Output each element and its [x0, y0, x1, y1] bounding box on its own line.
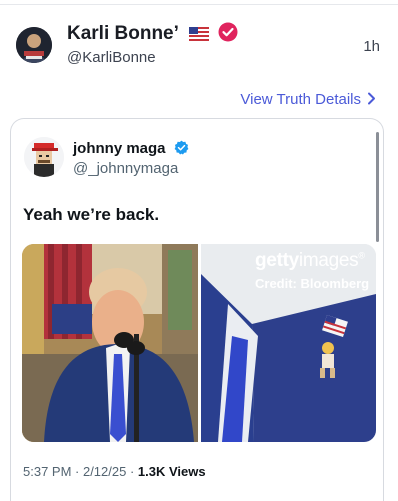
- view-truth-details-link[interactable]: View Truth Details: [240, 91, 376, 109]
- quoted-post-text: Yeah we’re back.: [23, 205, 160, 224]
- view-details-label: View Truth Details: [240, 91, 361, 108]
- blue-verified-badge-icon: [174, 140, 189, 159]
- author-avatar[interactable]: [16, 27, 52, 63]
- quoted-author-handle[interactable]: @_johnnymaga: [73, 160, 178, 177]
- quoted-post-meta: 5:37 PM · 2/12/25 · 1.3K Views: [23, 464, 206, 479]
- photo-right-image: [201, 244, 376, 442]
- post-timestamp: 1h: [363, 38, 380, 55]
- author-handle[interactable]: @KarliBonne: [67, 49, 156, 66]
- quoted-author-avatar[interactable]: [24, 137, 64, 177]
- author-name[interactable]: Karli Bonne’: [67, 23, 178, 44]
- getty-watermark-rest: images: [298, 250, 359, 271]
- quoted-author-name-row[interactable]: johnny maga: [73, 140, 189, 159]
- red-verified-badge-icon: [218, 22, 238, 48]
- author-name-row[interactable]: Karli Bonne’: [67, 22, 238, 48]
- views-count: 1.3K: [137, 464, 166, 479]
- photo-left-image: [22, 244, 198, 442]
- quoted-post-time: 5:37 PM · 2/12/25 ·: [23, 464, 135, 479]
- chevron-right-icon: [367, 92, 376, 109]
- scrollbar-thumb[interactable]: [376, 132, 379, 242]
- views-label: Views: [169, 464, 206, 479]
- us-flag-icon: [189, 25, 210, 47]
- getty-credit: Credit: Bloomberg: [255, 276, 370, 291]
- getty-watermark-suffix: ®: [358, 250, 365, 261]
- getty-watermark: gettyimages®: [255, 250, 365, 272]
- quoted-post-media[interactable]: [22, 244, 376, 442]
- quoted-author-name[interactable]: johnny maga: [73, 140, 166, 157]
- post-header: Karli Bonne’ @KarliBonne 1h: [0, 0, 398, 80]
- getty-watermark-bold: getty: [255, 250, 299, 271]
